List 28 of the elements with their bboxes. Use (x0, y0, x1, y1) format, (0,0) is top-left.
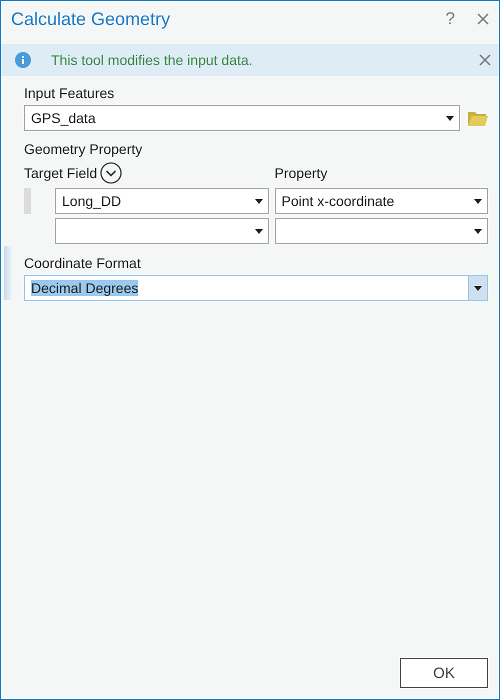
field-label: Geometry Property (24, 140, 144, 158)
ok-button[interactable]: OK (400, 658, 488, 688)
caret-icon (474, 286, 482, 290)
banner-message: This tool modifies the input data. (51, 52, 254, 68)
target-field-dropdown[interactable] (55, 218, 268, 244)
caret-icon (254, 228, 262, 234)
caret-icon (254, 198, 262, 204)
property-dropdown[interactable] (274, 218, 488, 244)
folder-icon[interactable] (468, 110, 488, 126)
column-header: Property (274, 164, 328, 182)
caret-icon (474, 228, 482, 234)
help-button[interactable]: ? (446, 9, 455, 29)
field-label: Coordinate Format (24, 254, 142, 272)
input-features-dropdown[interactable]: GPS_data (24, 105, 460, 131)
info-icon (15, 52, 31, 68)
close-icon[interactable] (477, 13, 489, 25)
column-header: Target Field (24, 164, 98, 182)
close-icon[interactable] (479, 54, 491, 66)
property-dropdown[interactable]: Point x-coordinate (274, 188, 488, 214)
target-field-dropdown[interactable]: Long_DD (55, 188, 268, 214)
field-label: Input Features (24, 84, 116, 102)
chevron-down-icon[interactable] (100, 162, 122, 184)
focus-indicator (4, 246, 13, 300)
caret-icon (446, 116, 454, 120)
caret-icon (474, 198, 482, 204)
window-title: Calculate Geometry (11, 8, 172, 30)
row-handle[interactable] (24, 188, 31, 214)
coordinate-format-dropdown[interactable]: Decimal Degrees (24, 275, 488, 301)
